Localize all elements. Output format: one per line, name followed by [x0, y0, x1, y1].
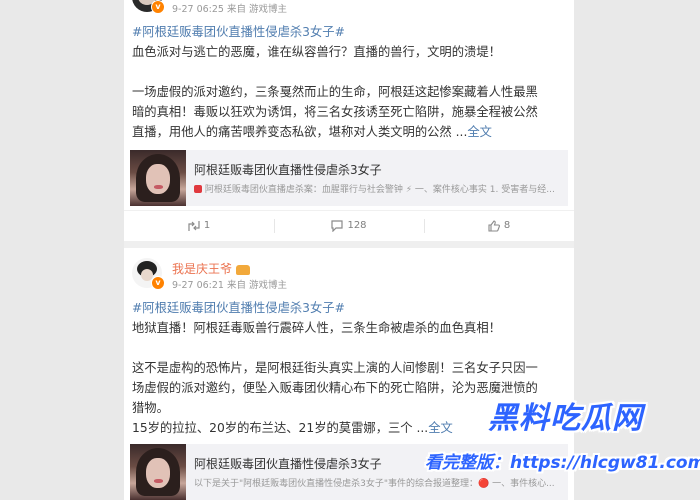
post-line: 暗的真相！毒贩以狂欢为诱饵，将三名女孩诱至死亡陷阱，施暴全程被公然 — [132, 105, 538, 119]
expand-full-text-link[interactable]: 全文 — [428, 421, 453, 435]
crown-icon — [236, 264, 251, 275]
link-thumbnail — [130, 150, 186, 206]
expand-full-text-link[interactable]: 全文 — [467, 125, 492, 139]
like-icon — [488, 220, 500, 232]
post-meta: 9-27 06:25 来自 游戏博主 — [172, 4, 287, 15]
post-card: v 9-27 06:25 来自 游戏博主 #阿根廷贩毒团伙直播性侵虐杀3女子# … — [124, 0, 574, 241]
post-meta: 9-27 06:21 来自 游戏博主 — [172, 280, 287, 291]
comment-button[interactable]: 128 — [274, 211, 424, 241]
verified-badge-icon: v — [151, 0, 165, 14]
post-text: #阿根廷贩毒团伙直播性侵虐杀3女子# 血色派对与逃亡的恶魔，谁在纵容兽行？直播的… — [132, 22, 566, 142]
hashtag-link[interactable]: #阿根廷贩毒团伙直播性侵虐杀3女子# — [132, 301, 345, 315]
post-actions: 1 128 8 — [124, 210, 574, 241]
post-line: 地狱直播！阿根廷毒贩兽行震碎人性，三条生命被虐杀的血色真相！ — [132, 321, 501, 335]
watermark-brand: 黑料吃瓜网 — [488, 401, 643, 436]
avatar[interactable]: v — [132, 258, 165, 290]
avatar[interactable]: v — [132, 0, 165, 14]
link-thumbnail — [130, 444, 186, 500]
watermark-url: 看完整版：https://hlcgw81.com — [425, 453, 700, 473]
link-card-desc: 阿根廷贩毒团伙直播虐杀案：血腥罪行与社会警钟 ⚡ 一、案件核心事实 1. 受害者… — [194, 182, 555, 195]
alert-icon — [194, 185, 202, 193]
like-button[interactable]: 8 — [424, 211, 574, 241]
link-card[interactable]: 阿根廷贩毒团伙直播性侵虐杀3女子 阿根廷贩毒团伙直播虐杀案：血腥罪行与社会警钟 … — [130, 150, 568, 206]
comment-icon — [331, 220, 344, 232]
link-card-title: 阿根廷贩毒团伙直播性侵虐杀3女子 — [194, 457, 382, 471]
post-line: 直播，用他人的痛苦喂养变态私欲，堪称对人类文明的公然 ... — [132, 125, 468, 139]
link-card-title: 阿根廷贩毒团伙直播性侵虐杀3女子 — [194, 163, 382, 177]
username-link[interactable]: 我是庆王爷 — [172, 260, 251, 277]
repost-icon — [188, 221, 200, 231]
link-card-desc: 以下是关于"阿根廷贩毒团伙直播性侵虐杀3女子"事件的综合报道整理：🔴 一、事件核… — [194, 479, 555, 489]
post-line: 15岁的拉拉、20岁的布兰达、21岁的莫雷娜，三个 ... — [132, 421, 429, 435]
repost-button[interactable]: 1 — [124, 211, 274, 241]
verified-badge-icon: v — [151, 276, 165, 290]
hashtag-link[interactable]: #阿根廷贩毒团伙直播性侵虐杀3女子# — [132, 25, 345, 39]
post-line: 一场虚假的派对邀约，三条戛然而止的生命，阿根廷这起惨案藏着人性最黑 — [132, 85, 538, 99]
post-line: 这不是虚构的恐怖片，是阿根廷街头真实上演的人间惨剧！三名女子只因一 — [132, 361, 538, 375]
post-line: 血色派对与逃亡的恶魔，谁在纵容兽行？直播的兽行，文明的溃堤！ — [132, 45, 501, 59]
